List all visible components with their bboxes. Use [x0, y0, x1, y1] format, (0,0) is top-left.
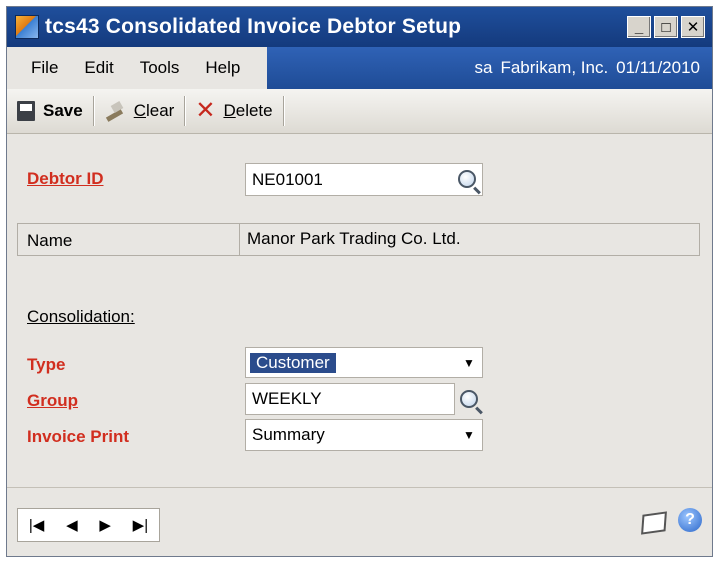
invoice-print-label: Invoice Print [27, 427, 130, 446]
lookup-icon [460, 390, 478, 408]
close-button[interactable]: ✕ [681, 16, 705, 38]
debtor-id-label[interactable]: Debtor ID [27, 169, 104, 189]
app-icon[interactable] [15, 15, 39, 39]
type-label: Type [27, 355, 66, 374]
menu-edit[interactable]: Edit [80, 58, 117, 78]
name-value: Manor Park Trading Co. Ltd. [247, 229, 461, 248]
window-controls: _ □ ✕ [627, 16, 705, 38]
name-label: Name [27, 231, 73, 250]
dropdown-arrow-icon[interactable]: ▼ [456, 348, 482, 377]
debtor-lookup-button[interactable] [453, 165, 481, 193]
debtor-id-field[interactable]: NE01001 [245, 163, 483, 196]
minimize-button[interactable]: _ [627, 16, 651, 38]
toolbar: Save Clear ✕ Delete [7, 89, 712, 134]
menu-file[interactable]: File [27, 58, 62, 78]
clear-icon [104, 101, 126, 121]
delete-label: Delete [223, 101, 273, 120]
invoice-print-dropdown[interactable]: Summary ▼ [245, 419, 483, 451]
name-row-divider [239, 223, 240, 256]
note-icon[interactable] [641, 511, 667, 535]
footer: |◀ ◀ ▶ ▶| ? [7, 487, 712, 556]
previous-record-button[interactable]: ◀ [66, 516, 78, 534]
consolidation-heading: Consolidation: [27, 307, 135, 326]
toolbar-divider [282, 96, 284, 126]
menu-help[interactable]: Help [201, 58, 244, 78]
delete-icon: ✕ [195, 97, 216, 124]
type-value: Customer [250, 352, 336, 373]
status-user: sa [474, 58, 493, 77]
clear-label: Clear [133, 101, 175, 120]
status-company: Fabrikam, Inc. [500, 58, 609, 77]
clear-button[interactable]: Clear [94, 94, 185, 128]
form-area: Debtor ID NE01001 Name Manor Park Tradin… [7, 133, 712, 488]
menu-bar: File Edit Tools Help sa Fabrikam, Inc. 0… [7, 47, 712, 89]
save-button[interactable]: Save [7, 94, 93, 128]
window: tcs43 Consolidated Invoice Debtor Setup … [6, 6, 713, 557]
save-icon [17, 101, 35, 121]
first-record-button[interactable]: |◀ [29, 516, 44, 534]
record-navigation: |◀ ◀ ▶ ▶| [17, 508, 160, 542]
dropdown-arrow-icon[interactable]: ▼ [456, 420, 482, 450]
group-lookup-button[interactable] [455, 385, 483, 413]
group-field[interactable]: WEEKLY [245, 383, 455, 415]
title-bar: tcs43 Consolidated Invoice Debtor Setup … [7, 7, 712, 47]
last-record-button[interactable]: ▶| [133, 516, 148, 534]
invoice-print-value: Summary [252, 425, 325, 444]
maximize-button[interactable]: □ [654, 16, 678, 38]
session-status: sa Fabrikam, Inc. 01/11/2010 [267, 47, 712, 89]
group-value: WEEKLY [252, 389, 322, 408]
group-label[interactable]: Group [27, 391, 78, 411]
status-date: 01/11/2010 [616, 58, 700, 77]
window-title: tcs43 Consolidated Invoice Debtor Setup [45, 15, 462, 38]
menu-tools[interactable]: Tools [136, 58, 184, 78]
type-dropdown[interactable]: Customer ▼ [245, 347, 483, 378]
next-record-button[interactable]: ▶ [99, 516, 111, 534]
delete-button[interactable]: ✕ Delete [185, 94, 282, 128]
lookup-icon [458, 170, 476, 188]
debtor-id-value: NE01001 [252, 169, 323, 189]
save-label: Save [43, 101, 83, 120]
help-icon[interactable]: ? [678, 508, 702, 532]
